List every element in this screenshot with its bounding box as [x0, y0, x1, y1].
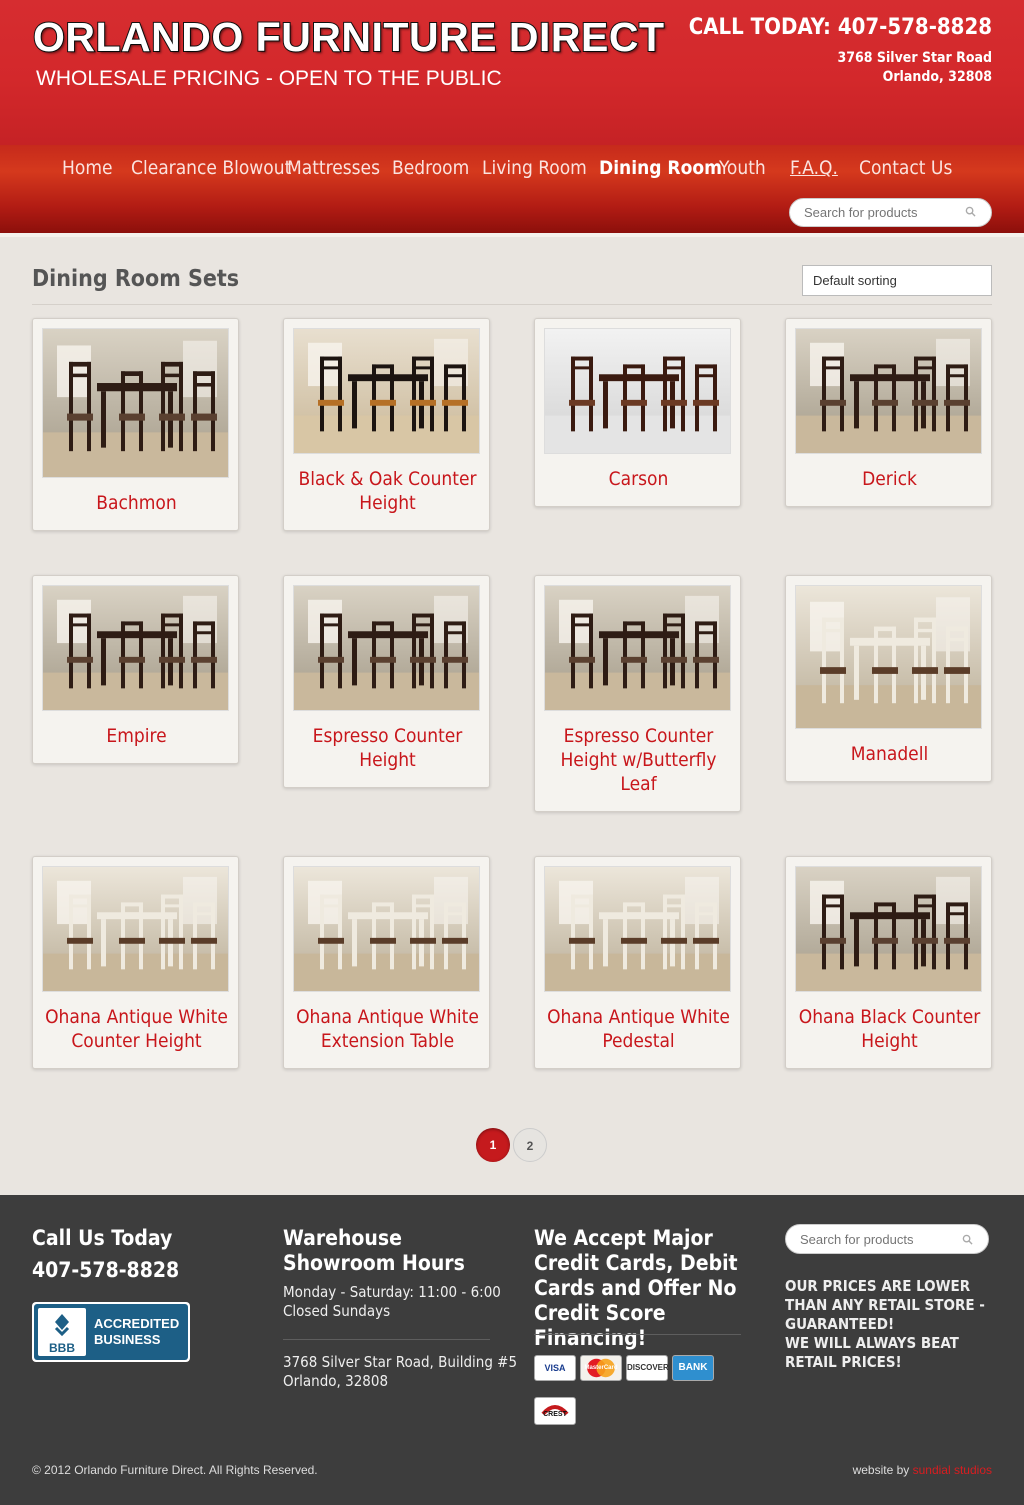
product-image[interactable] — [544, 328, 731, 454]
nav-mattresses[interactable]: Mattresses — [287, 157, 380, 179]
footer-address-line2: Orlando, 32808 — [283, 1372, 389, 1390]
product-title[interactable]: Ohana Black Counter Height — [794, 1005, 985, 1053]
header-address-line1: 3768 Silver Star Road — [837, 50, 992, 66]
product-image[interactable] — [42, 866, 229, 992]
bbb-logo-icon: BBB — [38, 1308, 86, 1356]
page-1-button[interactable]: 1 — [476, 1128, 510, 1162]
product-title[interactable]: Bachmon — [41, 491, 232, 515]
product-image[interactable] — [42, 585, 229, 711]
site-credit: website by sundial studios — [853, 1463, 992, 1477]
product-title[interactable]: Derick — [794, 467, 985, 491]
product-card[interactable]: Espresso Counter Height w/Butterfly Leaf — [534, 575, 741, 812]
product-card[interactable]: Carson — [534, 318, 741, 507]
nav-bedroom[interactable]: Bedroom — [392, 157, 469, 179]
site-footer: Call Us Today 407-578-8828 BBB ACCREDITE… — [0, 1195, 1024, 1505]
product-title[interactable]: Manadell — [794, 742, 985, 766]
product-card[interactable]: Ohana Black Counter Height — [785, 856, 992, 1069]
footer-promo-1: OUR PRICES ARE LOWER THAN ANY RETAIL STO… — [785, 1277, 985, 1333]
nav-youth[interactable]: Youth — [719, 157, 766, 179]
copyright: © 2012 Orlando Furniture Direct. All Rig… — [32, 1463, 318, 1477]
main-nav: Home Clearance Blowout Mattresses Bedroo… — [0, 145, 1024, 237]
product-card[interactable]: Black & Oak Counter Height — [283, 318, 490, 531]
footer-divider-hours — [283, 1339, 490, 1340]
product-image[interactable] — [795, 866, 982, 992]
product-image[interactable] — [795, 328, 982, 454]
product-image[interactable] — [544, 866, 731, 992]
product-image[interactable] — [293, 866, 480, 992]
page-title: Dining Room Sets — [32, 266, 240, 292]
sort-select[interactable]: Default sorting — [802, 265, 992, 296]
footer-call-phone: 407-578-8828 — [32, 1258, 180, 1282]
nav-clearance-blowout[interactable]: Clearance Blowout — [131, 157, 291, 179]
product-title[interactable]: Espresso Counter Height — [292, 724, 483, 772]
bbb-badge[interactable]: BBB ACCREDITED BUSINESS — [32, 1302, 190, 1362]
nav-dining-room[interactable]: Dining Room — [599, 157, 722, 179]
credit-link[interactable]: sundial studios — [913, 1463, 992, 1477]
crest-financing-icon: CREST — [534, 1397, 576, 1425]
page-2-button[interactable]: 2 — [513, 1128, 547, 1162]
visa-card-icon: VISA — [534, 1355, 576, 1381]
footer-search-input[interactable] — [800, 1232, 950, 1247]
product-card[interactable]: Empire — [32, 575, 239, 764]
bank-card-icon: BANK — [672, 1355, 714, 1381]
product-image[interactable] — [544, 585, 731, 711]
header-search-input[interactable] — [804, 205, 954, 220]
product-image[interactable] — [293, 328, 480, 454]
product-title[interactable]: Ohana Antique White Extension Table — [292, 1005, 483, 1053]
nav-faq[interactable]: F.A.Q. — [790, 157, 838, 179]
product-image[interactable] — [795, 585, 982, 729]
nav-living-room[interactable]: Living Room — [482, 157, 587, 179]
header-address-line2: Orlando, 32808 — [882, 69, 992, 85]
product-title[interactable]: Espresso Counter Height w/Butterfly Leaf — [543, 724, 734, 796]
site-tagline: WHOLESALE PRICING - OPEN TO THE PUBLIC — [36, 67, 502, 90]
product-title[interactable]: Carson — [543, 467, 734, 491]
product-card[interactable]: Ohana Antique White Pedestal — [534, 856, 741, 1069]
mastercard-icon: MasterCard — [580, 1355, 622, 1381]
product-title[interactable]: Black & Oak Counter Height — [292, 467, 483, 515]
product-title[interactable]: Ohana Antique White Counter Height — [41, 1005, 232, 1053]
bbb-line1: ACCREDITED — [94, 1316, 180, 1331]
credit-prefix: website by — [852, 1463, 910, 1477]
nav-home[interactable]: Home — [62, 157, 113, 179]
footer-hours-line1: Monday - Saturday: 11:00 - 6:00 — [283, 1283, 501, 1301]
product-title[interactable]: Ohana Antique White Pedestal — [543, 1005, 734, 1053]
footer-search[interactable] — [785, 1224, 989, 1254]
product-card[interactable]: Ohana Antique White Counter Height — [32, 856, 239, 1069]
product-title[interactable]: Empire — [41, 724, 232, 748]
product-card[interactable]: Bachmon — [32, 318, 239, 531]
search-icon[interactable] — [965, 206, 976, 217]
product-image[interactable] — [293, 585, 480, 711]
footer-search-icon[interactable] — [962, 1234, 973, 1245]
product-card[interactable]: Manadell — [785, 575, 992, 782]
footer-call-heading: Call Us Today — [32, 1226, 173, 1250]
product-card[interactable]: Derick — [785, 318, 992, 507]
footer-hours-heading: Warehouse Showroom Hours — [283, 1226, 465, 1275]
footer-promo-2: WE WILL ALWAYS BEAT RETAIL PRICES! — [785, 1334, 959, 1371]
bbb-line2: BUSINESS — [94, 1332, 161, 1347]
title-divider — [32, 304, 992, 305]
footer-hours-line2: Closed Sundays — [283, 1302, 391, 1320]
product-card[interactable]: Ohana Antique White Extension Table — [283, 856, 490, 1069]
footer-address-line1: 3768 Silver Star Road, Building #5 — [283, 1353, 518, 1371]
product-image[interactable] — [42, 328, 229, 478]
footer-divider-cards — [534, 1334, 741, 1335]
footer-cards-heading: We Accept Major Credit Cards, Debit Card… — [534, 1226, 738, 1350]
svg-text:BBB: BBB — [49, 1341, 75, 1355]
nav-contact-us[interactable]: Contact Us — [859, 157, 952, 179]
discover-card-icon: DISCOVER — [626, 1355, 669, 1381]
product-card[interactable]: Espresso Counter Height — [283, 575, 490, 788]
call-today: CALL TODAY: 407-578-8828 — [688, 15, 992, 40]
header-search[interactable] — [789, 198, 992, 227]
site-header: ORLANDO FURNITURE DIRECT WHOLESALE PRICI… — [0, 0, 1024, 145]
site-logo-text[interactable]: ORLANDO FURNITURE DIRECT — [32, 13, 665, 61]
